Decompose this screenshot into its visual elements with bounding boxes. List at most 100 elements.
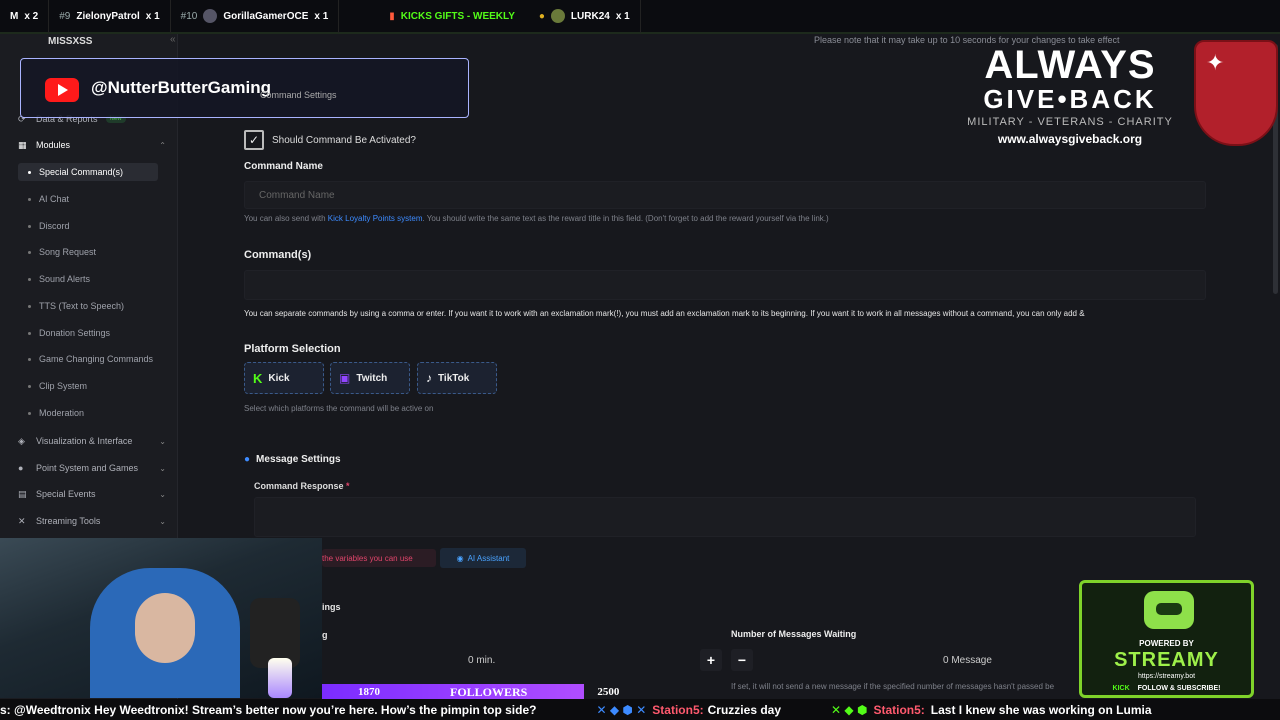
coin-icon: ●	[18, 463, 24, 473]
sidebar-subitem-tts[interactable]: TTS (Text to Speech)	[18, 297, 158, 315]
youtube-icon	[45, 78, 79, 102]
sidebar-subitem-label: Game Changing Commands	[39, 354, 154, 364]
minutes-stepper: 0 min. +	[322, 649, 722, 671]
minus-icon[interactable]: −	[731, 649, 753, 671]
messages-stepper: − 0 Message	[731, 649, 1081, 671]
robot-icon	[1144, 591, 1194, 629]
collapse-sidebar-icon[interactable]: «	[170, 34, 176, 45]
sidebar-subitem-label: Discord	[39, 221, 70, 231]
grid-icon: ▦	[18, 140, 27, 150]
person-face	[135, 593, 195, 663]
sidebar-item-special-events[interactable]: ▤ Special Events ⌄	[18, 489, 166, 499]
ticker-entry: #9 ZielonyPatrol x 1	[49, 0, 171, 33]
platform-tiktok-button[interactable]: ♪ TikTok	[417, 362, 497, 394]
command-settings-title: Command Settings	[260, 90, 337, 100]
bullet-icon	[28, 224, 31, 228]
medal-icon: ●	[538, 10, 545, 22]
commands-input[interactable]	[244, 270, 1206, 300]
platform-label: TikTok	[438, 372, 470, 384]
sidebar-item-point-system[interactable]: ● Point System and Games ⌄	[18, 463, 166, 473]
rgb-light	[268, 658, 292, 698]
sidebar-subitem-label: Special Command(s)	[39, 167, 124, 177]
messages-waiting-label: Number of Messages Waiting	[731, 629, 857, 639]
ticker-gifts: ▮ KICKS GIFTS - WEEKLY	[339, 0, 525, 33]
ticker-rank: #9	[59, 10, 71, 22]
platform-kick-button[interactable]: K Kick	[244, 362, 324, 394]
chevron-down-icon: ⌄	[159, 436, 166, 446]
command-response-input[interactable]	[254, 497, 1196, 537]
sidebar-subitem-moderation[interactable]: Moderation	[18, 404, 158, 422]
sidebar-subitem-ai-chat[interactable]: AI Chat	[18, 190, 158, 208]
agb-sub: MILITARY - VETERANS - CHARITY	[967, 116, 1173, 128]
tiktok-icon: ♪	[426, 371, 432, 385]
command-response-label: Command Response	[254, 481, 344, 491]
sidebar-subitem-sound-alerts[interactable]: Sound Alerts	[18, 270, 158, 288]
followers-label: FOLLOWERS	[450, 684, 528, 699]
bullet-icon	[28, 277, 31, 281]
chat-bubble-icon: ●	[244, 454, 251, 465]
emote-icons: ✕ ◆ ⬢	[831, 702, 868, 717]
sidebar-item-modules[interactable]: ▦ Modules ⌃	[18, 140, 166, 150]
ticker-rank: #10	[180, 10, 198, 22]
bullet-icon	[28, 250, 31, 254]
bullet-icon	[28, 384, 31, 388]
tools-icon: ✕	[18, 516, 26, 526]
sidebar-item-visualization[interactable]: ◈ Visualization & Interface ⌄	[18, 436, 166, 446]
sidebar-subitem-special-commands[interactable]: Special Command(s)	[18, 163, 158, 181]
ticker-rank: M	[10, 10, 19, 22]
always-give-back-logo: ALWAYS GIVE•BACK MILITARY - VETERANS - C…	[960, 44, 1180, 158]
avatar-icon	[550, 9, 565, 23]
kick-loyalty-link[interactable]: Kick Loyalty Points system	[328, 214, 423, 223]
sidebar-subitem-clip-system[interactable]: Clip System	[18, 377, 158, 395]
commands-help: You can separate commands by using a com…	[244, 309, 1085, 318]
activate-checkbox[interactable]: ✓	[244, 130, 264, 150]
gift-icon: ▮	[389, 10, 395, 22]
lurk-count: x 1	[615, 10, 630, 22]
soldier-shield-logo	[1194, 40, 1278, 146]
platform-twitch-button[interactable]: ▣ Twitch	[330, 362, 410, 394]
chevron-down-icon: ⌄	[159, 463, 166, 473]
sidebar-subitem-label: Donation Settings	[39, 328, 111, 338]
partial-help-right: If set, it will not send a new message i…	[731, 682, 1055, 691]
ticker-name: ZielonyPatrol	[76, 10, 140, 22]
sidebar-subitem-label: AI Chat	[39, 194, 70, 204]
chevron-down-icon: ⌄	[159, 489, 166, 499]
required-mark: *	[346, 481, 350, 491]
command-name-input[interactable]: Command Name	[244, 181, 1206, 209]
platform-help: Select which platforms the command will …	[244, 404, 434, 413]
sidebar-subitem-song-request[interactable]: Song Request	[18, 243, 158, 261]
youtube-banner: @NutterButterGaming	[20, 58, 469, 118]
followers-current: 1870	[358, 686, 380, 698]
webcam-feed	[0, 538, 322, 698]
plus-icon[interactable]: +	[700, 649, 722, 671]
avatar-icon	[203, 9, 218, 23]
chevron-down-icon: ⌄	[159, 516, 166, 526]
chat-user: Station5:	[652, 702, 704, 717]
sidebar-subitem-label: TTS (Text to Speech)	[39, 301, 125, 311]
variables-button[interactable]: the variables you can use	[322, 549, 436, 567]
ai-assistant-button[interactable]: ◉ AI Assistant	[440, 548, 526, 568]
sidebar-subitem-label: Sound Alerts	[39, 274, 91, 284]
sidebar-subitem-label: Song Request	[39, 247, 97, 257]
streamy-name: STREAMY	[1114, 649, 1219, 671]
command-name-help: You can also send with Kick Loyalty Poin…	[244, 214, 829, 223]
sidebar-item-label: Streaming Tools	[36, 516, 101, 526]
kick-icon: K	[253, 370, 263, 386]
waiting-partial-label: g	[322, 630, 328, 640]
gifts-label: KICKS GIFTS - WEEKLY	[400, 10, 515, 22]
command-name-label: Command Name	[244, 161, 323, 172]
ticker-count: x 2	[24, 10, 39, 22]
sidebar-item-streaming-tools[interactable]: ✕ Streaming Tools ⌄	[18, 516, 166, 526]
chat-message: Cruzzies day	[707, 702, 781, 717]
ticker-entry: M x 2	[0, 0, 50, 33]
minutes-value: 0 min.	[468, 654, 496, 666]
sidebar-subitem-donation-settings[interactable]: Donation Settings	[18, 324, 158, 342]
command-name-placeholder: Command Name	[259, 189, 335, 201]
sidebar-subitem-game-changing-commands[interactable]: Game Changing Commands	[18, 350, 158, 368]
top-gift-ticker: M x 2 #9 ZielonyPatrol x 1 #10 GorillaGa…	[0, 0, 1280, 34]
followers-goal-bar: 1870 FOLLOWERS 2500	[322, 684, 672, 700]
agb-line2: GIVE•BACK	[983, 84, 1157, 114]
agb-line1: ALWAYS	[984, 43, 1156, 87]
sidebar-subitem-discord[interactable]: Discord	[18, 217, 158, 235]
bullet-icon	[28, 304, 31, 308]
